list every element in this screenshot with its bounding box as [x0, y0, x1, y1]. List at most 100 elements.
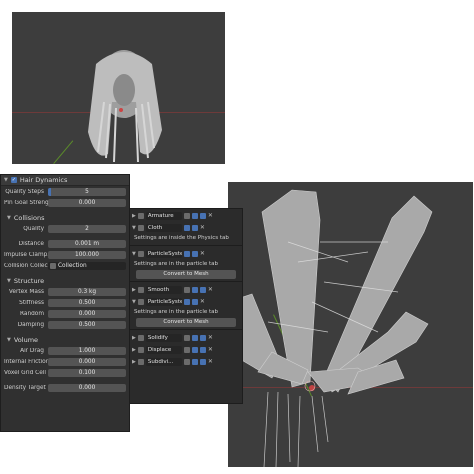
volume-title: Volume — [13, 335, 39, 344]
collection-icon — [50, 262, 56, 269]
render-camera-icon[interactable] — [199, 358, 206, 365]
modifier-particle-system-0[interactable]: ▼ ParticleSystem 0 ✕ — [130, 248, 242, 259]
chevron-right-icon[interactable]: ▶ — [132, 335, 136, 341]
convert-to-mesh-button-1[interactable]: Convert to Mesh — [136, 270, 236, 279]
modifier-displace[interactable]: ▶ Displace ✕ — [130, 344, 242, 355]
collision-collection-label: Collision Collec... — [4, 262, 48, 269]
pin-goal-label: Pin Goal Streng — [4, 199, 48, 206]
viewport-display-icon[interactable] — [191, 346, 198, 353]
chevron-right-icon[interactable]: ▶ — [132, 359, 136, 365]
density-target-value: 0.000 — [78, 384, 96, 391]
modifier-subdiv-name[interactable]: Subdivi... — [145, 357, 182, 366]
render-camera-icon[interactable] — [199, 346, 206, 353]
modifier-solidify-name[interactable]: Solidify — [145, 333, 182, 342]
vertex-group-icon[interactable] — [183, 286, 190, 293]
impulse-clamp-field[interactable]: 100.000 — [48, 250, 126, 259]
random-label: Random — [20, 310, 44, 317]
random-row: Random 0.000 — [1, 308, 129, 319]
chevron-right-icon[interactable]: ▶ — [132, 347, 136, 353]
chevron-down-icon[interactable]: ▼ — [132, 225, 136, 231]
close-icon[interactable]: ✕ — [200, 298, 205, 305]
convert-to-mesh-button-2[interactable]: Convert to Mesh — [136, 318, 236, 327]
modifier-armature-name[interactable]: Armature — [145, 211, 182, 220]
vertex-group-icon[interactable] — [183, 334, 190, 341]
quality-steps-field[interactable]: 5 — [48, 187, 126, 196]
modifier-armature[interactable]: ▶ Armature ✕ — [130, 210, 242, 221]
close-icon[interactable]: ✕ — [208, 212, 213, 219]
structure-subpanel-header[interactable]: ▼ Structure — [1, 275, 129, 286]
random-field[interactable]: 0.000 — [48, 309, 126, 318]
density-target-field[interactable]: 0.000 — [48, 383, 126, 392]
volume-subpanel-header[interactable]: ▼ Volume — [1, 334, 129, 345]
viewport-display-icon[interactable] — [191, 358, 198, 365]
collision-collection-value: Collection — [58, 262, 87, 269]
modifier-stack-panel: ▶ Armature ✕ ▼ Cloth ✕ Settings are insi… — [129, 208, 243, 404]
chevron-down-icon[interactable]: ▼ — [132, 299, 136, 305]
internal-friction-value: 0.000 — [78, 358, 96, 365]
stiffness-value: 0.500 — [78, 299, 96, 306]
particle-settings-note-2: Settings are in the particle tab — [134, 309, 218, 315]
modifier-particle-system[interactable]: ▼ ParticleSystem ... ✕ — [130, 296, 242, 307]
viewport-display-icon[interactable] — [183, 224, 190, 231]
close-icon[interactable]: ✕ — [208, 346, 213, 353]
viewport-display-icon[interactable] — [183, 298, 190, 305]
close-icon[interactable]: ✕ — [208, 358, 213, 365]
chevron-right-icon[interactable]: ▶ — [132, 287, 136, 293]
air-drag-field[interactable]: 1.000 — [48, 346, 126, 355]
vertex-mass-field[interactable]: 0.3 kg — [48, 287, 126, 296]
render-camera-icon[interactable] — [199, 286, 206, 293]
viewport-display-icon[interactable] — [191, 286, 198, 293]
modifier-smooth[interactable]: ▶ Smooth ✕ — [130, 284, 242, 295]
vertex-group-icon[interactable] — [183, 212, 190, 219]
render-camera-icon[interactable] — [191, 224, 198, 231]
modifier-particle-name[interactable]: ParticleSystem ... — [145, 297, 182, 306]
close-icon[interactable]: ✕ — [208, 286, 213, 293]
collision-collection-field[interactable]: Collection — [48, 261, 126, 270]
impulse-clamp-label: Impulse Clamp... — [4, 251, 48, 258]
viewport-hair-strands[interactable] — [228, 182, 473, 467]
displace-icon — [137, 346, 144, 353]
render-camera-icon[interactable] — [199, 334, 206, 341]
chevron-right-icon[interactable]: ▶ — [132, 213, 136, 219]
damping-field[interactable]: 0.500 — [48, 320, 126, 329]
close-icon[interactable]: ✕ — [200, 250, 205, 257]
render-camera-icon[interactable] — [191, 250, 198, 257]
pin-goal-row: Pin Goal Streng 0.000 — [1, 197, 129, 208]
damping-row: Damping 0.500 — [1, 319, 129, 330]
modifier-subdivision[interactable]: ▶ Subdivi... ✕ — [130, 356, 242, 367]
modifier-cloth[interactable]: ▼ Cloth ✕ — [130, 222, 242, 233]
hair-dynamics-header[interactable]: ▼ ✓ Hair Dynamics — [1, 175, 129, 186]
render-camera-icon[interactable] — [199, 212, 206, 219]
hair-dynamics-title: Hair Dynamics — [19, 176, 68, 184]
modifier-particle0-name[interactable]: ParticleSystem 0 — [145, 249, 182, 258]
internal-friction-field[interactable]: 0.000 — [48, 357, 126, 366]
voxel-grid-field[interactable]: 0.100 — [48, 368, 126, 377]
modifier-solidify[interactable]: ▶ Solidify ✕ — [130, 332, 242, 343]
air-drag-value: 1.000 — [78, 347, 96, 354]
modifier-cloth-name[interactable]: Cloth — [145, 223, 182, 232]
viewport-head-preview[interactable] — [12, 12, 225, 164]
hair-dynamics-checkbox[interactable]: ✓ — [10, 177, 17, 183]
viewport-display-icon[interactable] — [191, 334, 198, 341]
collisions-subpanel-header[interactable]: ▼ Collisions — [1, 212, 129, 223]
close-icon[interactable]: ✕ — [208, 334, 213, 341]
modifier-displace-name[interactable]: Displace — [145, 345, 182, 354]
vertex-group-icon[interactable] — [183, 346, 190, 353]
distance-field[interactable]: 0.001 m — [48, 239, 126, 248]
chevron-down-icon[interactable]: ▼ — [4, 177, 8, 183]
quality-steps-row: Quality Steps 5 — [1, 186, 129, 197]
damping-value: 0.500 — [78, 321, 96, 328]
viewport-display-icon[interactable] — [183, 250, 190, 257]
subdivision-icon — [137, 358, 144, 365]
vertex-group-icon[interactable] — [183, 358, 190, 365]
pin-goal-field[interactable]: 0.000 — [48, 198, 126, 207]
close-icon[interactable]: ✕ — [200, 224, 205, 231]
stiffness-field[interactable]: 0.500 — [48, 298, 126, 307]
collision-quality-field[interactable]: 2 — [48, 224, 126, 233]
modifier-smooth-name[interactable]: Smooth — [145, 285, 182, 294]
chevron-down-icon[interactable]: ▼ — [132, 251, 136, 257]
quality-steps-fill — [48, 187, 51, 196]
render-camera-icon[interactable] — [191, 298, 198, 305]
viewport-display-icon[interactable] — [191, 212, 198, 219]
pin-goal-value: 0.000 — [78, 199, 96, 206]
